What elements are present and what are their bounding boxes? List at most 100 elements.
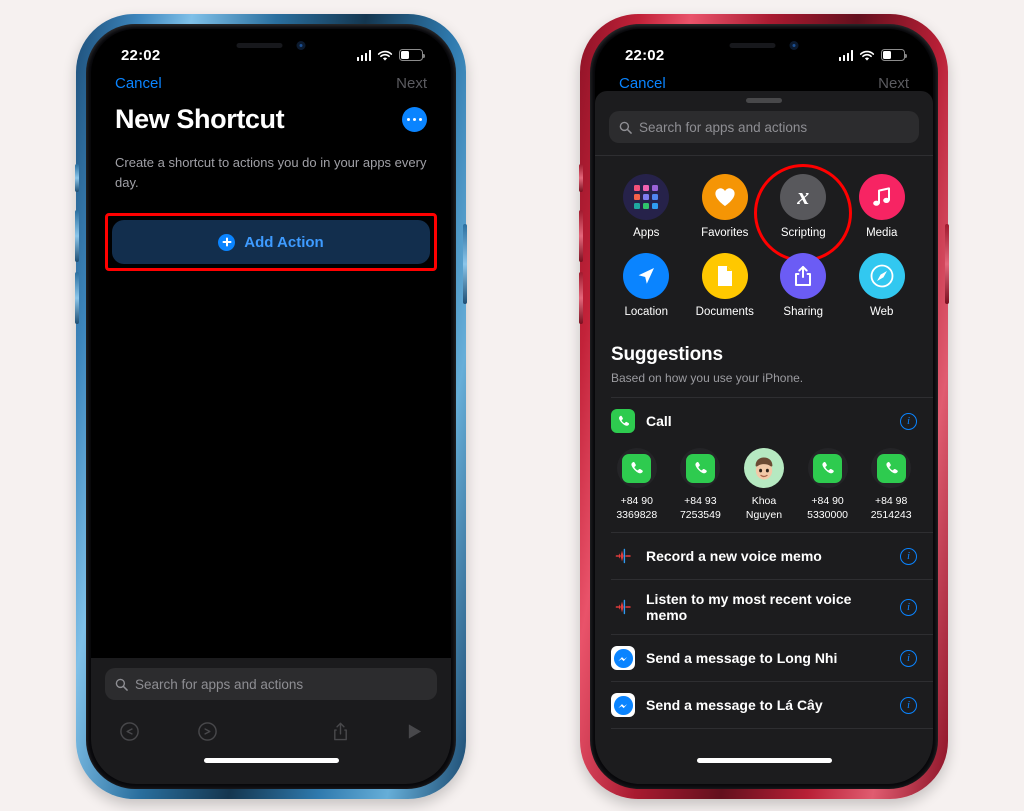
phone-icon [813, 453, 843, 483]
contact-name: +84 93 7253549 [679, 495, 721, 522]
front-camera-icon [789, 41, 799, 50]
suggestion-row[interactable]: Listen to my most recent voice memo i [595, 580, 933, 634]
volume-up-button[interactable] [579, 210, 583, 262]
play-icon[interactable] [406, 722, 423, 746]
contact-item[interactable]: Khoa Nguyen [733, 448, 795, 522]
battery-icon [399, 49, 426, 61]
left-phone-bezel: 22:02 Cancel Next New Shortcut Create a … [86, 24, 456, 789]
home-indicator[interactable] [696, 758, 832, 763]
share-icon[interactable] [331, 721, 350, 747]
document-icon [701, 253, 748, 299]
category-scripting[interactable]: x Scripting [764, 174, 843, 239]
heart-icon [701, 174, 748, 220]
category-sharing[interactable]: Sharing [764, 253, 843, 318]
category-media[interactable]: Media [843, 174, 922, 239]
mute-switch[interactable] [579, 164, 583, 192]
left-nav-bar: Cancel Next [91, 71, 451, 92]
front-camera-icon [296, 41, 306, 50]
search-icon [619, 121, 632, 134]
search-input[interactable]: Search for apps and actions [105, 668, 437, 700]
category-web[interactable]: Web [843, 253, 922, 318]
battery-icon [881, 49, 908, 61]
wifi-icon [859, 49, 875, 61]
screenshot-stage: 22:02 Cancel Next New Shortcut Create a … [0, 0, 1024, 811]
notch-area [729, 41, 799, 50]
messenger-icon [611, 646, 635, 671]
home-indicator[interactable] [203, 758, 339, 763]
page-subtitle: Create a shortcut to actions you do in y… [115, 155, 427, 191]
suggestions-header: Suggestions Based on how you use your iP… [595, 334, 933, 385]
undo-icon[interactable] [119, 721, 140, 747]
next-button[interactable]: Next [878, 75, 909, 92]
title-row: New Shortcut [91, 92, 451, 135]
category-label: Location [624, 306, 668, 318]
cancel-button[interactable]: Cancel [619, 75, 666, 92]
volume-up-button[interactable] [75, 210, 79, 262]
navigation-arrow-icon [623, 253, 670, 299]
wifi-icon [377, 49, 393, 61]
power-button[interactable] [463, 224, 467, 304]
left-phone-frame: 22:02 Cancel Next New Shortcut Create a … [75, 14, 467, 799]
category-label: Favorites [701, 227, 749, 239]
category-label: Apps [633, 227, 660, 239]
volume-down-button[interactable] [75, 272, 79, 324]
search-placeholder: Search for apps and actions [135, 676, 304, 692]
contact-avatar [871, 448, 912, 488]
add-action-button[interactable]: Add Action [112, 220, 430, 265]
redo-icon[interactable] [197, 721, 218, 747]
category-favorites[interactable]: Favorites [686, 174, 765, 239]
search-input[interactable]: Search for apps and actions [609, 111, 919, 143]
volume-down-button[interactable] [579, 272, 583, 324]
right-nav-bar: Cancel Next [595, 71, 933, 92]
suggestion-label: Send a message to Long Nhi [646, 650, 838, 667]
contacts-strip: +84 90 3369828 +84 93 7253549 Khoa Nguye… [595, 444, 933, 532]
info-icon[interactable]: i [900, 696, 917, 714]
messenger-icon [611, 693, 635, 718]
contact-avatar [616, 448, 657, 488]
info-icon[interactable]: i [900, 547, 917, 565]
right-phone: 22:02 Cancel Next Search for apps and ac… [579, 14, 949, 799]
power-button[interactable] [945, 224, 949, 304]
phone-icon [622, 453, 652, 483]
mute-switch[interactable] [75, 164, 79, 192]
left-phone-screen: 22:02 Cancel Next New Shortcut Create a … [91, 29, 451, 784]
earpiece-speaker [236, 43, 283, 48]
memoji-avatar [743, 448, 784, 488]
category-documents[interactable]: Documents [686, 253, 765, 318]
plus-circle-icon [218, 233, 236, 251]
category-label: Scripting [780, 227, 826, 239]
cancel-button[interactable]: Cancel [115, 75, 162, 92]
category-apps[interactable]: Apps [607, 174, 686, 239]
contact-item[interactable]: +84 90 5330000 [797, 448, 859, 522]
sheet-search-zone: Search for apps and actions [595, 103, 933, 155]
home-indicator-area [91, 756, 451, 784]
contact-name: Khoa Nguyen [745, 495, 783, 522]
suggestion-row[interactable]: Send a message to Long Nhi i [595, 635, 933, 681]
contact-item[interactable]: +84 93 7253549 [669, 448, 731, 522]
next-button[interactable]: Next [396, 75, 427, 92]
category-grid: Apps Favorites x Scripting Media Locatio… [595, 156, 933, 334]
suggestion-row-call[interactable]: Call i [595, 398, 933, 444]
status-indicators [838, 49, 908, 61]
info-icon[interactable]: i [900, 598, 917, 616]
suggestion-label: Call [646, 413, 672, 429]
suggestion-row[interactable]: Record a new voice memo i [595, 533, 933, 579]
search-icon [115, 678, 128, 691]
category-location[interactable]: Location [607, 253, 686, 318]
suggestion-row[interactable]: Send a message to Lá Cây i [595, 682, 933, 728]
contact-name: +84 98 2514243 [870, 495, 912, 522]
info-icon[interactable]: i [900, 412, 917, 430]
contact-item[interactable]: +84 98 2514243 [860, 448, 922, 522]
search-zone: Search for apps and actions [91, 658, 451, 712]
search-placeholder: Search for apps and actions [639, 119, 808, 135]
voice-memo-icon [611, 595, 635, 619]
more-options-icon[interactable] [402, 107, 427, 132]
page-title: New Shortcut [115, 104, 285, 134]
suggestion-label: Send a message to Lá Cây [646, 697, 823, 714]
info-icon[interactable]: i [900, 649, 917, 667]
left-status-bar: 22:02 [91, 29, 451, 71]
right-phone-frame: 22:02 Cancel Next Search for apps and ac… [579, 14, 949, 799]
suggestion-label: Record a new voice memo [646, 548, 822, 565]
scripting-x-icon: x [780, 174, 827, 220]
contact-item[interactable]: +84 90 3369828 [606, 448, 668, 522]
